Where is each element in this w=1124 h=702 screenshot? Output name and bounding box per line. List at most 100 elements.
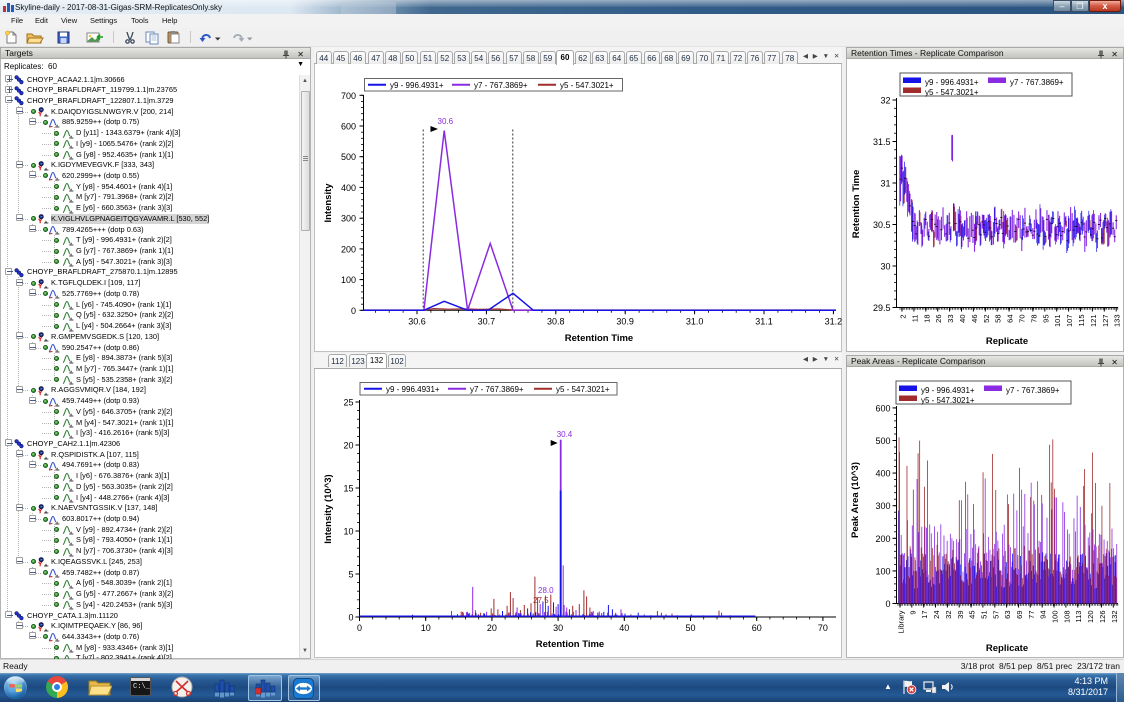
svg-text:121: 121 (1089, 315, 1098, 328)
svg-text:95: 95 (1041, 315, 1050, 323)
svg-text:100: 100 (341, 275, 356, 285)
svg-text:700: 700 (341, 91, 356, 101)
svg-text:11: 11 (910, 315, 919, 323)
svg-text:15: 15 (343, 484, 353, 494)
svg-text:Replicate: Replicate (986, 336, 1028, 347)
svg-text:y9 - 996.4931+: y9 - 996.4931+ (386, 385, 440, 394)
svg-text:y5 - 547.3021+: y5 - 547.3021+ (925, 88, 979, 97)
svg-text:94: 94 (1039, 611, 1048, 619)
svg-text:600: 600 (341, 122, 356, 132)
svg-text:108: 108 (1062, 611, 1071, 624)
svg-text:31: 31 (880, 179, 890, 189)
svg-text:127: 127 (1101, 315, 1110, 328)
svg-text:30.7: 30.7 (478, 316, 496, 326)
svg-text:70: 70 (1018, 315, 1027, 323)
svg-text:18: 18 (922, 315, 931, 323)
svg-text:Retention Time: Retention Time (565, 333, 633, 344)
svg-text:30: 30 (553, 623, 563, 633)
svg-text:69: 69 (1015, 611, 1024, 619)
svg-text:y7 - 767.3869+: y7 - 767.3869+ (474, 81, 528, 90)
svg-text:77: 77 (1027, 611, 1036, 619)
svg-text:31.0: 31.0 (686, 316, 704, 326)
svg-text:126: 126 (1098, 611, 1107, 624)
svg-text:100: 100 (1051, 611, 1060, 624)
svg-text:y7 - 767.3869+: y7 - 767.3869+ (1010, 78, 1064, 87)
svg-text:40: 40 (958, 315, 967, 323)
svg-text:33: 33 (946, 315, 955, 323)
svg-text:32: 32 (944, 611, 953, 619)
svg-text:30.6: 30.6 (408, 316, 426, 326)
svg-text:57: 57 (991, 611, 1000, 619)
svg-text:Peak Area (10^3): Peak Area (10^3) (850, 462, 861, 538)
svg-text:31.5: 31.5 (873, 137, 891, 147)
svg-text:30: 30 (880, 262, 890, 272)
svg-text:400: 400 (341, 183, 356, 193)
svg-text:45: 45 (968, 611, 977, 619)
svg-text:113: 113 (1074, 611, 1083, 623)
svg-text:133: 133 (1113, 315, 1122, 328)
svg-text:y7 - 767.3869+: y7 - 767.3869+ (470, 385, 524, 394)
svg-text:78: 78 (1029, 315, 1038, 323)
svg-text:Intensity (10^3): Intensity (10^3) (323, 474, 334, 543)
svg-text:20: 20 (343, 441, 353, 451)
svg-text:26: 26 (934, 315, 943, 323)
svg-text:107: 107 (1065, 315, 1074, 328)
svg-text:10: 10 (421, 623, 431, 633)
svg-text:101: 101 (1053, 315, 1062, 328)
svg-text:20: 20 (487, 623, 497, 633)
svg-text:200: 200 (341, 244, 356, 254)
svg-text:46: 46 (970, 315, 979, 323)
svg-text:Replicate: Replicate (986, 643, 1028, 654)
svg-text:y9 - 996.4931+: y9 - 996.4931+ (921, 386, 975, 395)
svg-text:600: 600 (875, 403, 890, 413)
svg-text:132: 132 (1110, 611, 1119, 624)
svg-text:60: 60 (752, 623, 762, 633)
svg-text:500: 500 (875, 436, 890, 446)
svg-text:100: 100 (875, 566, 890, 576)
svg-text:50: 50 (685, 623, 695, 633)
svg-text:10: 10 (343, 527, 353, 537)
svg-text:30.9: 30.9 (616, 316, 634, 326)
svg-text:0: 0 (348, 613, 353, 623)
svg-text:30.6: 30.6 (438, 117, 454, 126)
svg-text:63: 63 (1003, 611, 1012, 619)
svg-text:y5 - 547.3021+: y5 - 547.3021+ (556, 385, 610, 394)
svg-text:300: 300 (341, 214, 356, 224)
svg-text:58: 58 (994, 315, 1003, 323)
svg-text:0: 0 (885, 599, 890, 609)
svg-text:120: 120 (1086, 611, 1095, 624)
svg-text:Retention Time: Retention Time (851, 170, 862, 238)
svg-text:2: 2 (899, 315, 908, 319)
svg-text:Intensity: Intensity (323, 183, 334, 223)
svg-text:70: 70 (818, 623, 828, 633)
svg-text:24: 24 (932, 611, 941, 619)
svg-text:Library: Library (897, 610, 906, 633)
svg-text:25: 25 (343, 398, 353, 408)
svg-text:31.1: 31.1 (755, 316, 773, 326)
svg-text:300: 300 (875, 501, 890, 511)
svg-text:0: 0 (357, 623, 362, 633)
svg-text:y5 - 547.3021+: y5 - 547.3021+ (560, 81, 614, 90)
svg-text:30.5: 30.5 (873, 220, 891, 230)
svg-text:52: 52 (982, 315, 991, 323)
svg-text:y7 - 767.3869+: y7 - 767.3869+ (1006, 386, 1060, 395)
svg-text:500: 500 (341, 152, 356, 162)
svg-text:17: 17 (920, 611, 929, 619)
svg-text:64: 64 (1006, 315, 1015, 323)
svg-text:5: 5 (348, 570, 353, 580)
svg-text:39: 39 (956, 611, 965, 619)
svg-text:28.0: 28.0 (538, 586, 554, 595)
svg-text:51: 51 (979, 611, 988, 619)
svg-text:115: 115 (1077, 315, 1086, 327)
svg-text:29.5: 29.5 (873, 303, 891, 313)
svg-text:32: 32 (880, 96, 890, 106)
svg-text:Retention Time: Retention Time (536, 639, 604, 650)
svg-text:30.4: 30.4 (557, 430, 573, 439)
svg-text:0: 0 (351, 306, 356, 316)
svg-text:y9 - 996.4931+: y9 - 996.4931+ (925, 78, 979, 87)
svg-text:40: 40 (619, 623, 629, 633)
svg-text:y9 - 996.4931+: y9 - 996.4931+ (390, 81, 444, 90)
svg-text:30.8: 30.8 (547, 316, 565, 326)
svg-text:y5 - 547.3021+: y5 - 547.3021+ (921, 396, 975, 405)
svg-text:27.5: 27.5 (533, 596, 549, 605)
